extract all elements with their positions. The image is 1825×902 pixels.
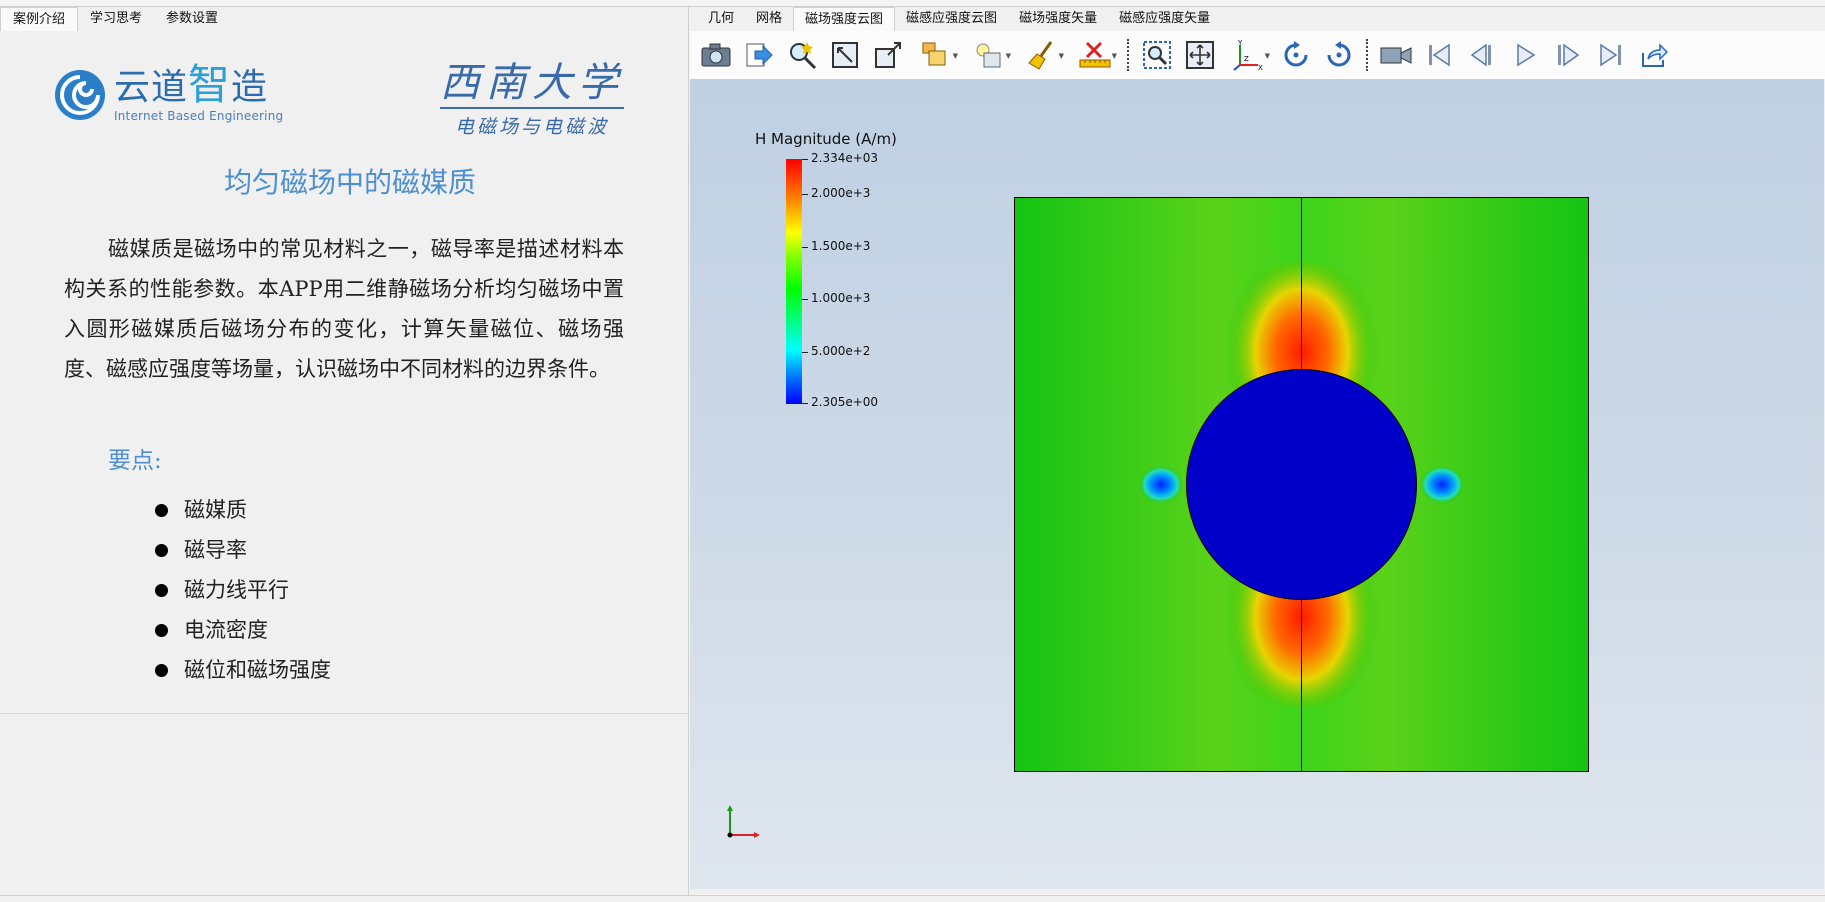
- reset-view-icon[interactable]: [870, 37, 906, 73]
- tab-study-think[interactable]: 学习思考: [78, 7, 154, 31]
- key-points-list: 磁媒质 磁导率 磁力线平行 电流密度 磁位和磁场强度: [155, 490, 331, 690]
- legend-tick: [802, 352, 808, 353]
- tab-mesh[interactable]: 网格: [745, 7, 793, 31]
- right-panel: 几何 网格 磁场强度云图 磁感应强度云图 磁场强度矢量 磁感应强度矢量 ▼ ▼: [689, 7, 1825, 895]
- pan-icon[interactable]: [1182, 37, 1218, 73]
- prev-frame-icon[interactable]: [1464, 37, 1500, 73]
- list-item: 电流密度: [155, 610, 331, 650]
- light-display-icon[interactable]: ▼: [966, 37, 1012, 73]
- intro-panel: 云道智造 Internet Based Engineering 西南大学 电磁场…: [0, 31, 688, 714]
- swu-logo-name: 西南大学: [440, 60, 624, 106]
- legend-tick-max: [802, 159, 808, 160]
- list-item: 磁位和磁场强度: [155, 650, 331, 690]
- box-display-icon[interactable]: ▼: [913, 37, 959, 73]
- axes-icon[interactable]: YZX ▼: [1225, 37, 1271, 73]
- rotate-cw-icon[interactable]: [1278, 37, 1314, 73]
- intro-paragraph: 磁媒质是磁场中的常见材料之一，磁导率是描述材料本构关系的性能参数。本APP用二维…: [64, 237, 624, 381]
- svg-text:X: X: [1258, 64, 1263, 71]
- tab-geometry[interactable]: 几何: [697, 7, 745, 31]
- tab-h-contour[interactable]: 磁场强度云图: [793, 7, 896, 31]
- toolbar-separator: [1127, 39, 1131, 71]
- swu-logo: 西南大学 电磁场与电磁波: [440, 61, 624, 139]
- next-frame-icon[interactable]: [1550, 37, 1586, 73]
- legend-tick: [802, 299, 808, 300]
- legend-label: 1.000e+3: [811, 291, 871, 305]
- share-icon[interactable]: [1636, 37, 1672, 73]
- legend-tick: [802, 194, 808, 195]
- video-camera-icon[interactable]: [1378, 37, 1414, 73]
- svg-text:Y: Y: [1237, 39, 1243, 47]
- swu-logo-course: 电磁场与电磁波: [454, 116, 609, 138]
- bullet-icon: [155, 543, 168, 557]
- export-icon[interactable]: [741, 37, 777, 73]
- bullet-icon: [155, 583, 168, 597]
- bullet-icon: [155, 623, 168, 637]
- tab-b-vector[interactable]: 磁感应强度矢量: [1108, 7, 1221, 31]
- intro-title: 均匀磁场中的磁媒质: [223, 166, 476, 199]
- fit-view-icon[interactable]: [827, 37, 863, 73]
- zoom-box-icon[interactable]: [1139, 37, 1175, 73]
- yundao-logo-name: 云道智造: [114, 60, 269, 109]
- tab-b-contour[interactable]: 磁感应强度云图: [895, 7, 1008, 31]
- yundao-logo: 云道智造 Internet Based Engineering: [52, 60, 284, 123]
- last-frame-icon[interactable]: [1593, 37, 1629, 73]
- color-bar: [786, 159, 802, 404]
- tab-case-intro[interactable]: 案例介绍: [0, 7, 79, 31]
- camera-icon[interactable]: [698, 37, 734, 73]
- list-item: 磁导率: [155, 530, 331, 570]
- swu-logo-underline: [440, 107, 624, 109]
- legend-max-label: 2.334e+03: [811, 151, 879, 165]
- rotate-ccw-icon[interactable]: [1321, 37, 1357, 73]
- legend-label: 5.000e+2: [811, 344, 871, 358]
- tab-parameters[interactable]: 参数设置: [154, 7, 230, 31]
- zoom-select-icon[interactable]: [784, 37, 820, 73]
- list-item: 磁力线平行: [155, 570, 331, 610]
- list-item: 磁媒质: [155, 490, 331, 530]
- toolbar-separator: [1366, 39, 1370, 71]
- yundao-logo-subtitle: Internet Based Engineering: [114, 109, 284, 123]
- legend-label: 1.500e+3: [811, 239, 871, 253]
- tab-h-vector[interactable]: 磁场强度矢量: [1008, 7, 1108, 31]
- play-icon[interactable]: [1507, 37, 1543, 73]
- legend-tick: [802, 247, 808, 248]
- bullet-icon: [155, 503, 168, 517]
- key-points-heading: 要点:: [108, 448, 162, 474]
- left-tab-bar: 案例介绍 学习思考 参数设置: [0, 7, 230, 31]
- orientation-axes-icon: [727, 805, 760, 838]
- legend-tick-min: [802, 403, 808, 404]
- legend-min-label: 2.305e+00: [811, 395, 879, 409]
- first-frame-icon[interactable]: [1421, 37, 1457, 73]
- view-toolbar: ▼ ▼ ▼ ▼ YZX ▼: [690, 31, 1825, 79]
- render-viewport[interactable]: H Magnitude (A/m) 2.334e+03 2.000e+3 1.5…: [690, 79, 1824, 889]
- yundao-swirl-icon: [55, 69, 105, 120]
- left-panel: 案例介绍 学习思考 参数设置 云道智造 Internet Based Engin…: [0, 7, 688, 895]
- window-top-border: [0, 0, 1825, 7]
- view-tab-bar: 几何 网格 磁场强度云图 磁感应强度云图 磁场强度矢量 磁感应强度矢量: [689, 7, 1221, 31]
- legend-title: H Magnitude (A/m): [755, 130, 897, 148]
- legend-label: 2.000e+3: [811, 186, 871, 200]
- h-magnitude-contour-plot: [1014, 197, 1589, 772]
- bullet-icon: [155, 663, 168, 677]
- clear-brush-icon[interactable]: ▼: [1019, 37, 1065, 73]
- svg-text:Z: Z: [1244, 55, 1249, 63]
- ruler-delete-icon[interactable]: ▼: [1072, 37, 1118, 73]
